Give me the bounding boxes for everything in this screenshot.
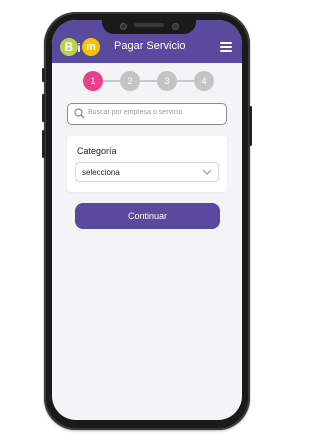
volume-down-button [42,130,45,158]
app-screen: B m i Pagar Servicio 1 2 3 4 Buscar por … [52,20,242,420]
step-4: 4 [194,71,214,91]
logo-m: m [82,38,100,56]
search-input[interactable]: Buscar por empresa o servicio [67,103,227,125]
category-value: selecciona [82,168,120,177]
search-placeholder: Buscar por empresa o servicio [88,109,183,116]
logo-i: i [77,41,81,55]
search-icon [74,108,85,119]
progress-stepper: 1 2 3 4 [83,71,214,91]
step-2: 2 [120,71,140,91]
category-card: Categoría selecciona [67,136,227,192]
speaker-grille [134,23,164,27]
bim-logo: B m i [60,38,102,56]
phone-side-button [42,68,45,82]
hamburger-menu-icon[interactable] [220,42,232,52]
step-connector [177,80,194,82]
step-connector [103,80,120,82]
continue-button[interactable]: Continuar [75,203,220,229]
category-label: Categoría [77,146,117,156]
page-title: Pagar Servicio [114,40,186,52]
volume-up-button [42,94,45,122]
step-1: 1 [83,71,103,91]
category-select[interactable]: selecciona [75,162,219,182]
step-connector [140,80,157,82]
chevron-down-icon [202,169,212,175]
phone-notch [102,18,196,34]
camera-icon [120,23,127,30]
power-button [249,106,252,146]
step-3: 3 [157,71,177,91]
sensor-icon [172,23,179,30]
